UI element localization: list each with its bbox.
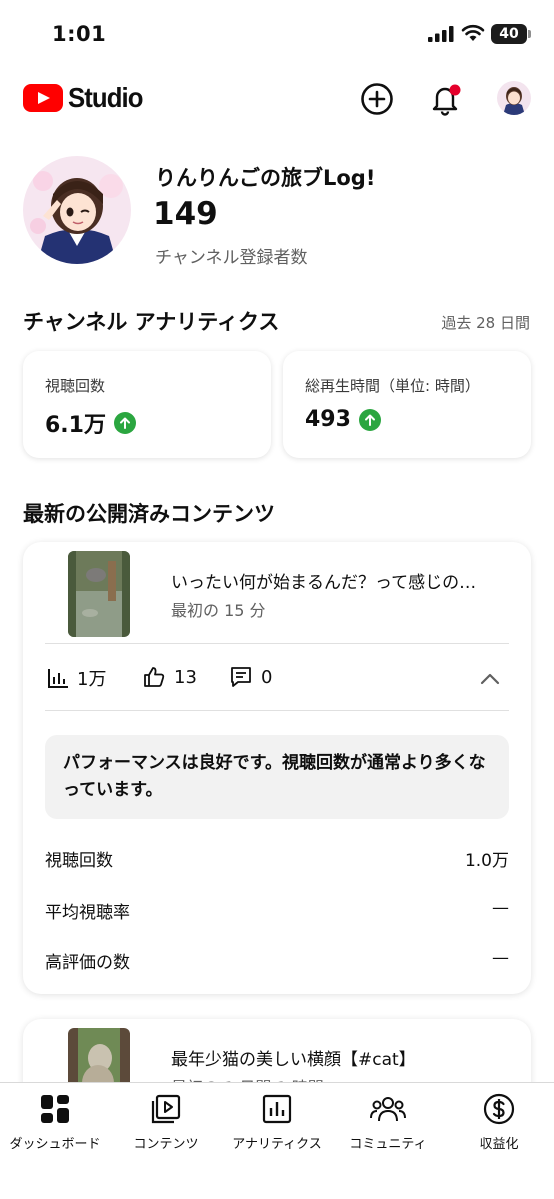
channel-name: りんりんごの旅ブLog!: [155, 166, 376, 190]
nav-content[interactable]: コンテンツ: [111, 1091, 221, 1152]
stat-value-text: 493: [305, 407, 351, 432]
nav-label: コミュニティ: [349, 1137, 427, 1152]
video-thumbnail[interactable]: [68, 551, 130, 637]
content-icon: [151, 1094, 181, 1124]
watch-time-stat-card[interactable]: 総再生時間（単位: 時間） 493: [283, 351, 531, 458]
metric-row-views: 視聴回数 1.0万: [45, 846, 509, 871]
app-header: Studio: [0, 70, 554, 130]
comments-metric[interactable]: 0: [229, 665, 272, 689]
divider: [45, 710, 509, 711]
row-value: —: [492, 898, 509, 918]
subscriber-count: 149: [153, 196, 218, 232]
bell-icon: [432, 84, 461, 116]
stat-label: 視聴回数: [45, 377, 106, 395]
analytics-period: 過去 28 日間: [441, 314, 530, 332]
signal-icon: [428, 26, 454, 42]
likes-metric[interactable]: 13: [142, 665, 197, 689]
thumbs-up-icon: [144, 667, 165, 687]
metric-row-likes: 高評価の数 —: [45, 948, 509, 973]
nav-label: コンテンツ: [133, 1137, 199, 1152]
divider: [45, 643, 509, 644]
video-title[interactable]: 最年少猫の美しい横顔【#cat】: [171, 1045, 416, 1070]
chevron-up-icon: [480, 673, 500, 685]
nav-analytics[interactable]: アナリティクス: [222, 1091, 332, 1152]
views-count: 1万: [77, 669, 107, 690]
plus-circle-icon: [361, 83, 393, 115]
metric-row-avg-view-rate: 平均視聴率 —: [45, 898, 509, 923]
bar-chart-icon: [48, 669, 68, 688]
collapse-button[interactable]: [478, 667, 502, 695]
trend-up-icon: [358, 408, 381, 431]
stat-label: 総再生時間（単位: 時間）: [305, 377, 480, 395]
performance-message: パフォーマンスは良好です。視聴回数が通常より多くなっています。: [45, 735, 509, 819]
stat-value-text: 6.1万: [45, 413, 106, 438]
community-icon: [370, 1097, 406, 1122]
row-label: 視聴回数: [45, 851, 113, 871]
stat-value: 6.1万: [45, 407, 136, 439]
notifications-button[interactable]: [425, 79, 465, 119]
bottom-navigation: ダッシュボード コンテンツ アナリティクス コミュニティ 収益化: [0, 1082, 554, 1199]
channel-avatar[interactable]: [23, 156, 131, 264]
row-value: —: [492, 948, 509, 968]
stat-value: 493: [305, 407, 381, 432]
nav-community[interactable]: コミュニティ: [333, 1091, 443, 1152]
trend-up-icon: [113, 412, 136, 434]
dashboard-icon: [41, 1095, 69, 1123]
video-subtitle: 最初の 15 分: [171, 601, 266, 620]
status-bar: 1:01 40: [0, 0, 554, 70]
video-title[interactable]: いったい何が始まるんだ？って感じの…: [171, 568, 476, 593]
likes-count: 13: [174, 666, 197, 688]
latest-content-title: 最新の公開済みコンテンツ: [23, 502, 275, 526]
create-button[interactable]: [357, 79, 397, 119]
analytics-icon: [262, 1094, 292, 1124]
comments-count: 0: [261, 666, 273, 688]
subscriber-label: チャンネル登録者数: [155, 248, 308, 268]
studio-logo[interactable]: Studio: [23, 82, 149, 114]
account-avatar[interactable]: [497, 81, 531, 115]
battery-indicator: 40: [491, 24, 531, 44]
row-label: 高評価の数: [45, 953, 130, 973]
youtube-play-icon: [23, 84, 63, 112]
monetization-icon: [483, 1093, 515, 1125]
views-stat-card[interactable]: 視聴回数 6.1万: [23, 351, 271, 458]
wifi-icon: [461, 24, 485, 41]
nav-label: アナリティクス: [232, 1137, 322, 1152]
nav-monetization[interactable]: 収益化: [444, 1091, 554, 1152]
nav-dashboard[interactable]: ダッシュボード: [0, 1091, 110, 1152]
logo-text: Studio: [68, 82, 144, 113]
status-time: 1:01: [52, 22, 107, 46]
nav-label: 収益化: [479, 1137, 519, 1152]
views-metric[interactable]: 1万: [47, 665, 106, 691]
comment-icon: [231, 667, 251, 687]
latest-video-card: いったい何が始まるんだ？って感じの… 最初の 15 分 1万 13 0 パフォー…: [23, 542, 531, 994]
row-label: 平均視聴率: [45, 903, 130, 923]
row-value: 1.0万: [464, 851, 509, 871]
analytics-title: チャンネル アナリティクス: [23, 310, 280, 334]
nav-label: ダッシュボード: [9, 1137, 101, 1152]
